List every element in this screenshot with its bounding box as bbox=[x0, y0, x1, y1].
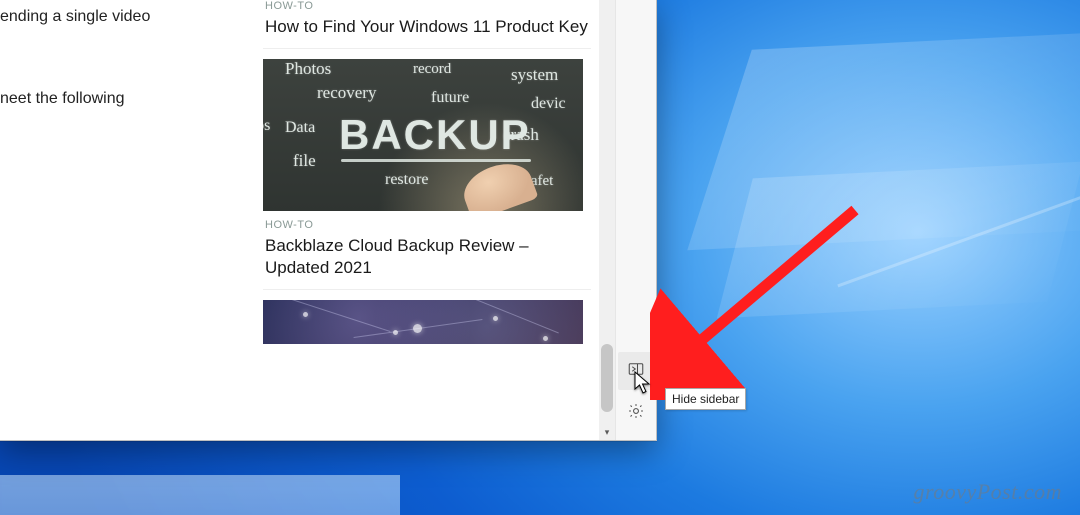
body-text-fragment: ending a single video bbox=[0, 6, 247, 28]
thumb-word: restore bbox=[385, 171, 429, 189]
gear-icon bbox=[627, 402, 645, 425]
feed-card[interactable]: Photos recovery record system future dev… bbox=[263, 59, 591, 290]
thumb-word: Data bbox=[285, 119, 315, 137]
sidebar-feed[interactable]: HOW-TO How to Find Your Windows 11 Produ… bbox=[255, 0, 615, 440]
scrollbar-track[interactable]: ▾ bbox=[599, 0, 615, 440]
browser-window: ending a single video neet the following… bbox=[0, 0, 657, 441]
card-title[interactable]: Backblaze Cloud Backup Review – Updated … bbox=[265, 235, 591, 279]
scrollbar-down-icon[interactable]: ▾ bbox=[599, 424, 615, 440]
feed-card[interactable]: HOW-TO How to Find Your Windows 11 Produ… bbox=[263, 0, 591, 49]
thumb-word: devic bbox=[531, 95, 566, 113]
watermark: groovyPost.com bbox=[913, 479, 1062, 505]
thumb-word-main: BACKUP bbox=[339, 111, 531, 159]
taskbar-partial[interactable] bbox=[0, 475, 400, 515]
thumb-word: future bbox=[431, 89, 469, 107]
tooltip: Hide sidebar bbox=[665, 388, 746, 410]
feed-card[interactable] bbox=[263, 300, 591, 362]
card-thumbnail[interactable] bbox=[263, 300, 583, 344]
thumb-word: Photos bbox=[285, 59, 331, 79]
page-body: ending a single video neet the following bbox=[0, 0, 255, 440]
thumb-word: file bbox=[293, 151, 316, 171]
mouse-cursor-icon bbox=[634, 371, 654, 402]
thumb-word: record bbox=[413, 61, 451, 78]
wallpaper-shape bbox=[717, 162, 1080, 319]
card-thumbnail[interactable]: Photos recovery record system future dev… bbox=[263, 59, 583, 211]
body-text-fragment: neet the following bbox=[0, 88, 247, 110]
thumb-word: recovery bbox=[317, 83, 376, 103]
card-title[interactable]: How to Find Your Windows 11 Product Key bbox=[265, 16, 591, 38]
scrollbar-thumb[interactable] bbox=[601, 344, 613, 412]
thumb-word: eos bbox=[263, 117, 270, 135]
thumb-hand bbox=[457, 155, 538, 211]
card-category: HOW-TO bbox=[265, 219, 591, 231]
card-category: HOW-TO bbox=[265, 0, 591, 12]
thumb-word: system bbox=[511, 65, 558, 85]
thumb-underline bbox=[341, 159, 531, 162]
